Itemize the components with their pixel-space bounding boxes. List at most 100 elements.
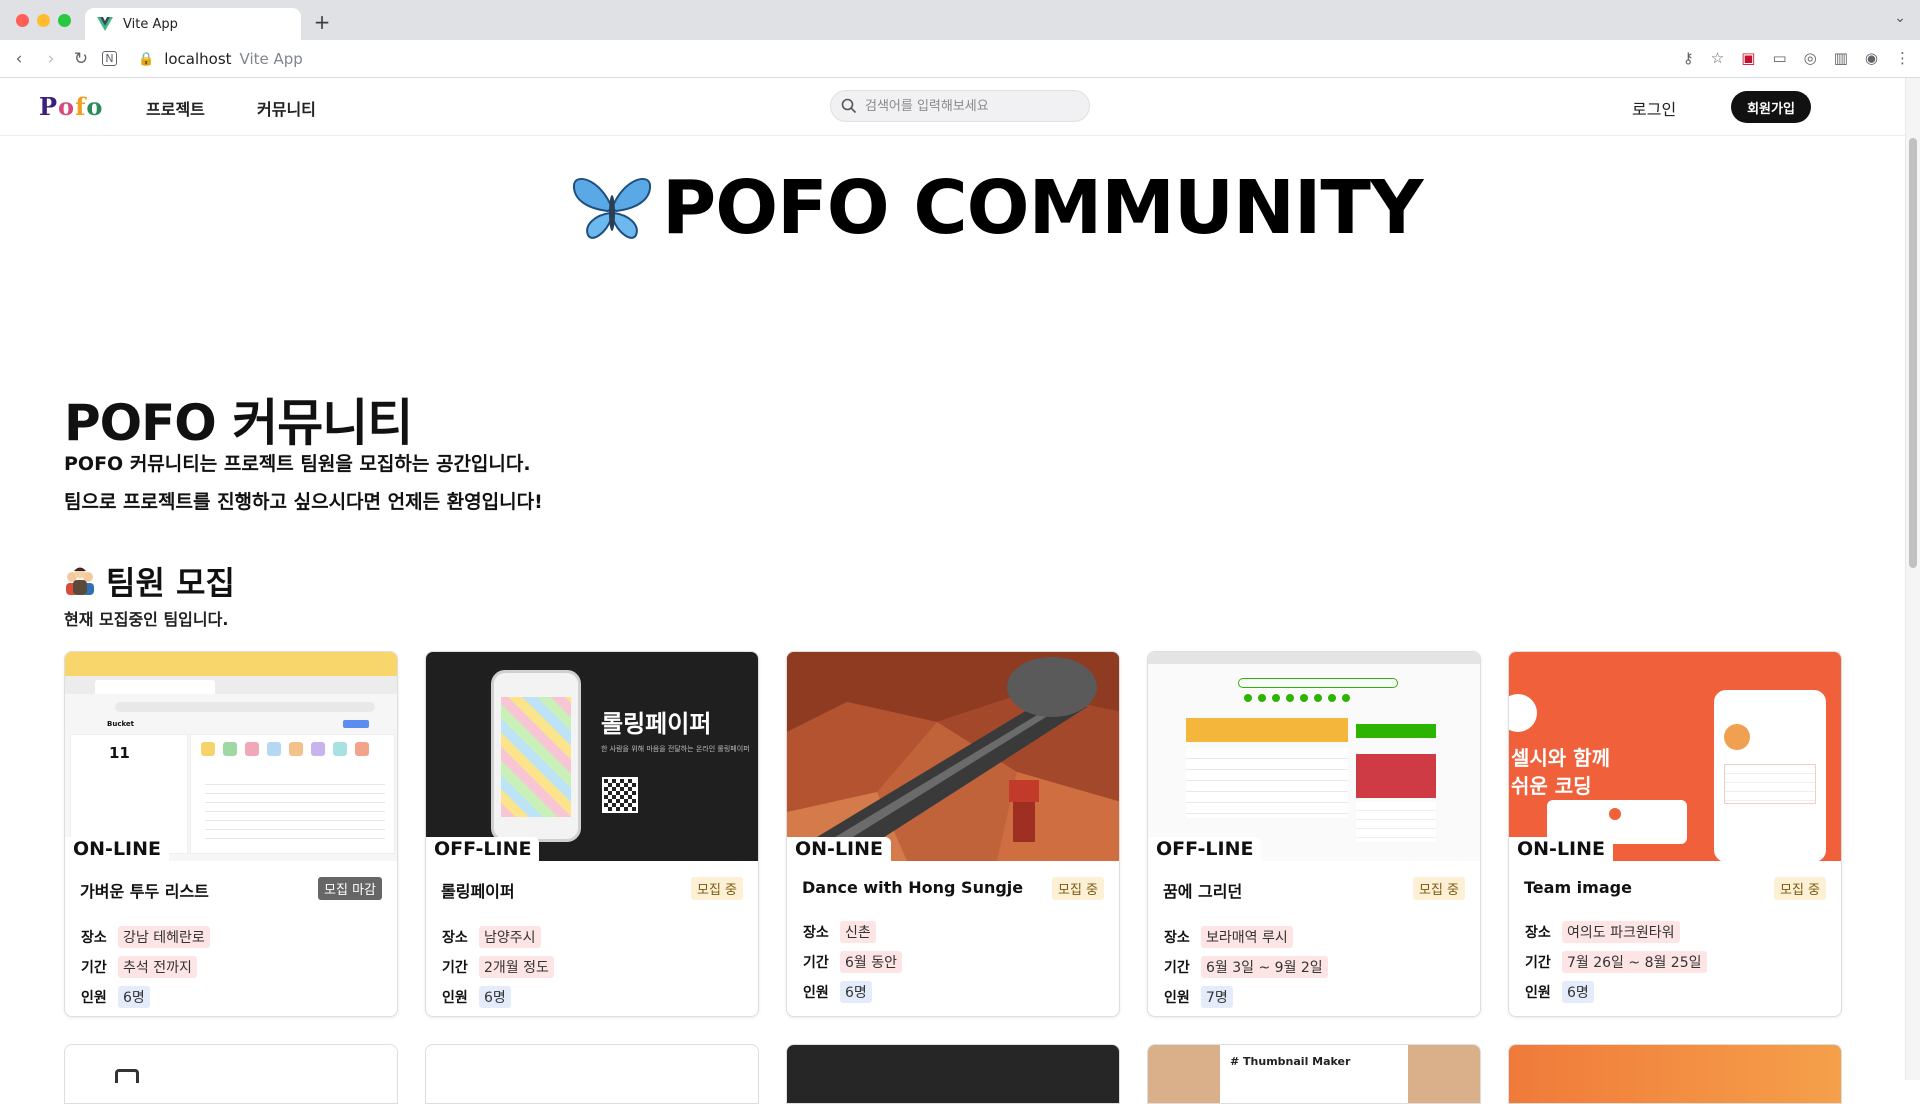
- period-label: 기간: [81, 960, 107, 976]
- team-card-list-row2: # Thumbnail Maker: [64, 1044, 1842, 1104]
- key-icon[interactable]: ⚷: [1683, 49, 1694, 67]
- team-card-list: Bucket 11 ON-LINE 가벼운 투두 리스트 모집 마감 장소 강남…: [64, 651, 1842, 1017]
- period-value: 2개월 정도: [479, 956, 554, 978]
- people-value: 6명: [1562, 981, 1594, 1003]
- status-badge: 모집 중: [690, 877, 743, 900]
- maximize-window-button[interactable]: [58, 14, 71, 27]
- reload-icon[interactable]: ↻: [70, 48, 92, 70]
- place-value: 남양주시: [479, 926, 541, 948]
- place-label: 장소: [81, 930, 107, 946]
- url-page-title: Vite App: [239, 50, 303, 68]
- thumb-orange-line2: 쉬운 코딩: [1511, 774, 1592, 798]
- team-card[interactable]: ON-LINE Dance with Hong Sungje 모집 중 장소 신촌…: [786, 651, 1120, 1017]
- tab-title: Vite App: [123, 16, 178, 32]
- thumb-app-name: Bucket: [107, 720, 135, 728]
- recruit-title-text: 팀원 모집: [106, 564, 235, 602]
- team-card[interactable]: Bucket 11 ON-LINE 가벼운 투두 리스트 모집 마감 장소 강남…: [64, 651, 398, 1017]
- card-mode: OFF-LINE: [1148, 837, 1262, 861]
- thumb-rolling-sub: 한 사람을 위해 마음을 전달하는 온라인 롤링페이퍼: [601, 745, 750, 753]
- chevron-down-icon[interactable]: ⌄: [1894, 10, 1906, 26]
- people-label: 인원: [442, 990, 468, 1006]
- back-icon[interactable]: ‹: [8, 48, 30, 70]
- butterfly-icon: [572, 177, 652, 239]
- people-value: 6명: [479, 986, 511, 1008]
- notion-icon[interactable]: N: [102, 51, 117, 66]
- menu-icon[interactable]: ⋮: [1895, 49, 1910, 67]
- card-thumbnail: 셀시와 함께 쉬운 코딩 ON-LINE: [1509, 652, 1841, 861]
- url-field[interactable]: 🔒 localhost Vite App: [138, 45, 1658, 73]
- logo[interactable]: Pofo: [39, 92, 103, 121]
- team-card[interactable]: # Thumbnail Maker: [1147, 1044, 1481, 1104]
- sidebar-icon[interactable]: ▥: [1834, 49, 1848, 67]
- team-card[interactable]: [786, 1044, 1120, 1104]
- lock-icon: 🔒: [138, 51, 155, 67]
- bookmark-star-icon[interactable]: ☆: [1711, 49, 1724, 67]
- people-label: 인원: [803, 985, 829, 1001]
- people-value: 7명: [1201, 986, 1233, 1008]
- vue-icon: [97, 17, 113, 31]
- status-badge: 모집 마감: [318, 877, 382, 900]
- status-badge: 모집 중: [1773, 877, 1826, 900]
- nav-projects[interactable]: 프로젝트: [146, 96, 205, 120]
- search-bar[interactable]: [830, 90, 1090, 122]
- search-input[interactable]: [865, 98, 1065, 114]
- place-value: 신촌: [840, 921, 876, 943]
- url-host: localhost: [164, 50, 232, 68]
- close-window-button[interactable]: [16, 14, 29, 27]
- place-value: 보라매역 루시: [1201, 926, 1293, 948]
- thumb-shape: [115, 1069, 139, 1083]
- app-header: Pofo 프로젝트 커뮤니티 로그인 회원가입: [0, 78, 1905, 136]
- team-card[interactable]: [64, 1044, 398, 1104]
- period-value: 추석 전까지: [118, 956, 197, 978]
- period-label: 기간: [442, 960, 468, 976]
- period-label: 기간: [1164, 960, 1190, 976]
- thumb-count: 11: [109, 744, 130, 762]
- people-label: 인원: [1164, 990, 1190, 1006]
- flag-icon[interactable]: ▣: [1741, 49, 1755, 67]
- hero: POFO COMMUNITY: [570, 165, 1423, 251]
- browser-tabbar: Vite App + ⌄: [0, 0, 1920, 40]
- team-card[interactable]: 롤링페이퍼 한 사람을 위해 마음을 전달하는 온라인 롤링페이퍼 OFF-LI…: [425, 651, 759, 1017]
- period-label: 기간: [1525, 955, 1551, 971]
- place-label: 장소: [1525, 925, 1551, 941]
- signup-button[interactable]: 회원가입: [1731, 91, 1811, 123]
- browser-tab[interactable]: Vite App: [85, 8, 301, 40]
- people-label: 인원: [1525, 985, 1551, 1001]
- status-badge: 모집 중: [1051, 877, 1104, 900]
- thumb-rolling-title: 롤링페이퍼: [601, 710, 712, 738]
- cast-icon[interactable]: ▭: [1772, 49, 1786, 67]
- minimize-window-button[interactable]: [37, 14, 50, 27]
- card-thumbnail: 롤링페이퍼 한 사람을 위해 마음을 전달하는 온라인 롤링페이퍼 OFF-LI…: [426, 652, 758, 861]
- forward-icon[interactable]: ›: [40, 48, 62, 70]
- team-card[interactable]: OFF-LINE 꿈에 그리던 모집 중 장소 보라매역 루시 기간 6월 3일 ~…: [1147, 651, 1481, 1017]
- team-card[interactable]: [425, 1044, 759, 1104]
- scrollbar-thumb[interactable]: [1909, 138, 1917, 568]
- card-thumbnail: Bucket 11 ON-LINE: [65, 652, 397, 861]
- place-label: 장소: [803, 925, 829, 941]
- team-card[interactable]: [1508, 1044, 1842, 1104]
- thumb-thumbnail-maker: # Thumbnail Maker: [1230, 1055, 1351, 1068]
- section-title: POFO 커뮤니티: [64, 394, 413, 452]
- nav-community[interactable]: 커뮤니티: [257, 96, 316, 120]
- team-people-icon: [66, 567, 94, 595]
- people-label: 인원: [81, 990, 107, 1006]
- card-mode: ON-LINE: [1509, 837, 1613, 861]
- people-value: 6명: [840, 981, 872, 1003]
- new-tab-button[interactable]: +: [310, 10, 334, 34]
- place-label: 장소: [442, 930, 468, 946]
- period-value: 7월 26일 ~ 8월 25일: [1562, 951, 1707, 973]
- login-button[interactable]: 로그인: [1632, 96, 1676, 120]
- period-value: 6월 3일 ~ 9월 2일: [1201, 956, 1328, 978]
- profile-icon[interactable]: ◉: [1865, 49, 1878, 67]
- screenshot-icon[interactable]: ◎: [1804, 49, 1817, 67]
- card-thumbnail: OFF-LINE: [1148, 652, 1480, 861]
- card-thumbnail: ON-LINE: [787, 652, 1119, 861]
- team-card[interactable]: 셀시와 함께 쉬운 코딩 ON-LINE Team image 모집 중 장소 여…: [1508, 651, 1842, 1017]
- recruit-desc: 현재 모집중인 팀입니다.: [64, 610, 229, 629]
- people-value: 6명: [118, 986, 150, 1008]
- search-icon: [841, 98, 857, 114]
- place-value: 강남 테헤란로: [118, 926, 210, 948]
- period-label: 기간: [803, 955, 829, 971]
- status-badge: 모집 중: [1412, 877, 1465, 900]
- section-desc-1: POFO 커뮤니티는 프로젝트 팀원을 모집하는 공간입니다.: [64, 453, 531, 475]
